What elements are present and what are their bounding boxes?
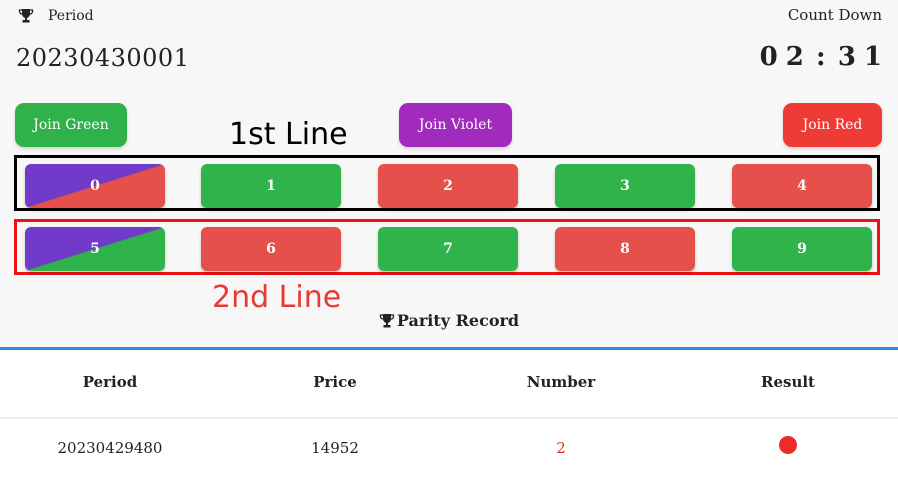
countdown-label: Count Down [787,6,882,24]
countdown-digit: 1 [863,42,882,72]
number-button-4[interactable]: 4 [732,164,872,208]
record-table [0,350,898,480]
number-button-5[interactable]: 5 [25,227,165,271]
join-red-button[interactable]: Join Red [783,103,882,147]
column-header-price: Price [313,373,357,391]
countdown-separator: : [816,42,826,72]
column-header-number: Number [526,373,596,391]
first-line-annotation: 1st Line [229,117,348,152]
join-green-button[interactable]: Join Green [15,103,127,147]
period-value: 20230430001 [16,44,190,72]
trophy-icon [379,313,395,327]
countdown-timer: 0 2 : 3 1 [760,42,882,72]
number-button-3[interactable]: 3 [555,164,695,208]
number-button-1[interactable]: 1 [201,164,341,208]
column-header-period: Period [82,373,138,391]
column-header-result: Result [761,373,815,391]
row-number: 2 [556,439,566,457]
number-button-6[interactable]: 6 [201,227,341,271]
row-price: 14952 [311,439,359,457]
number-button-0[interactable]: 0 [25,164,165,208]
parity-record-title: Parity Record [396,311,520,330]
parity-record-title-row: Parity Record [0,311,898,330]
period-label: Period [48,8,94,24]
join-violet-button[interactable]: Join Violet [399,103,512,147]
second-line-annotation: 2nd Line [212,280,342,315]
countdown-digit: 3 [837,42,856,72]
number-button-9[interactable]: 9 [732,227,872,271]
row-period: 20230429480 [57,439,163,457]
countdown-digit: 2 [785,42,804,72]
number-button-8[interactable]: 8 [555,227,695,271]
trophy-icon [18,9,34,23]
number-button-7[interactable]: 7 [378,227,518,271]
period-label-row: Period [18,8,94,24]
countdown-digit: 0 [759,42,778,72]
result-red-dot-icon [779,436,797,454]
row-separator [0,417,898,419]
number-button-2[interactable]: 2 [378,164,518,208]
